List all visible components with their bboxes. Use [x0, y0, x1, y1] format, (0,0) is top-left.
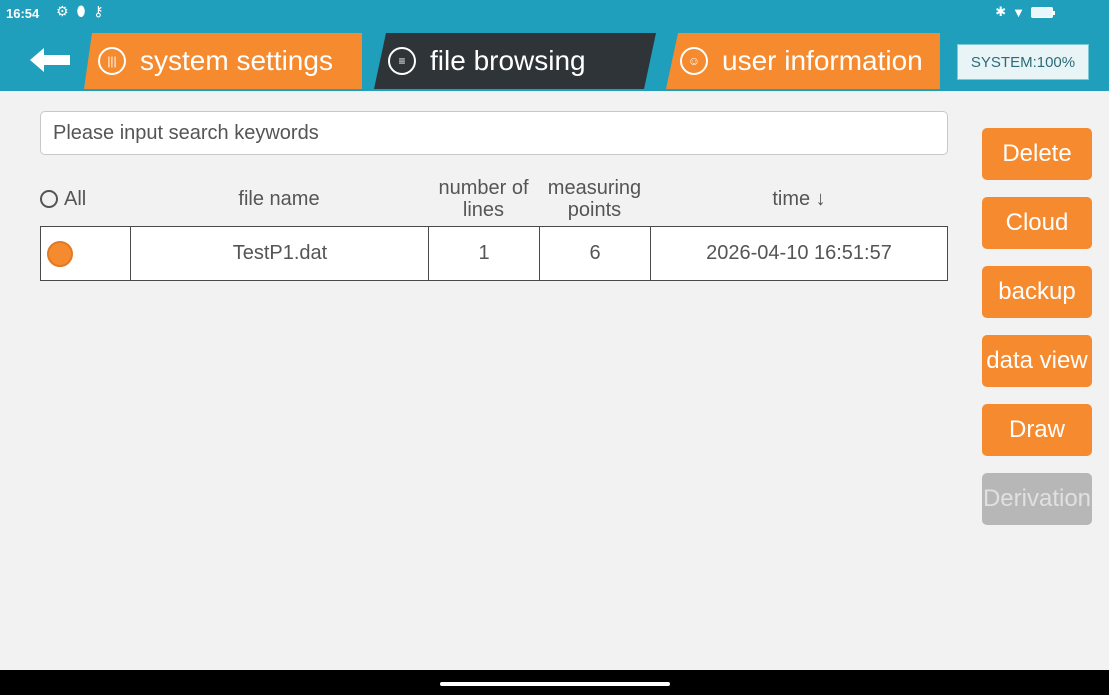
selected-radio[interactable] [47, 240, 73, 267]
user-icon: ☺ [680, 47, 708, 75]
location-icon: ⬮ [76, 3, 86, 19]
cell-number-of-lines: 1 [428, 227, 539, 280]
header-number-of-lines[interactable]: number of lines [428, 172, 539, 226]
battery-icon [1031, 6, 1055, 18]
header-file-name[interactable]: file name [130, 172, 428, 226]
cell-time: 2026-04-10 16:51:57 [650, 227, 947, 280]
status-icons-right: ✱ ▼ [995, 4, 1055, 20]
tab-label: file browsing [430, 45, 586, 76]
sliders-icon: ||| [98, 47, 126, 75]
key-icon: ⚷ [93, 3, 104, 19]
home-handle[interactable] [440, 682, 670, 686]
delete-button[interactable]: Delete [982, 128, 1092, 180]
select-all-label: All [64, 188, 87, 210]
cell-file-name: TestP1.dat [130, 227, 429, 280]
system-status-badge: SYSTEM:100% [957, 44, 1089, 80]
table-row[interactable]: TestP1.dat 1 6 2026-04-10 16:51:57 [40, 226, 948, 281]
draw-button[interactable]: Draw [982, 404, 1092, 456]
header-time[interactable]: time ↓ [650, 172, 948, 226]
arrow-left-icon [30, 48, 70, 72]
system-nav-bar [0, 670, 1109, 695]
tab-user-information[interactable]: ☺ user information [666, 33, 940, 89]
status-icons-left: ⚙ ⬮ ⚷ [56, 3, 104, 20]
wifi-icon: ▼ [1012, 4, 1025, 20]
cell-measuring-points: 6 [539, 227, 650, 280]
derivation-button[interactable]: Derivation [982, 473, 1092, 525]
cloud-button[interactable]: Cloud [982, 197, 1092, 249]
search-list-icon: ≡ [388, 47, 416, 75]
header-measuring-points[interactable]: measuring points [539, 172, 650, 226]
tab-file-browsing[interactable]: ≡ file browsing [374, 33, 656, 89]
back-button[interactable] [28, 46, 74, 74]
data-view-button[interactable]: data view [982, 335, 1092, 387]
row-select[interactable] [41, 227, 131, 280]
status-time: 16:54 [6, 6, 40, 21]
search-input[interactable] [40, 111, 948, 155]
backup-button[interactable]: backup [982, 266, 1092, 318]
gear-icon: ⚙ [56, 3, 69, 19]
select-all-radio[interactable] [40, 190, 58, 208]
tab-label: user information [722, 45, 923, 76]
table-header: All file name number of lines measuring … [40, 172, 948, 226]
tab-label: system settings [140, 45, 333, 76]
select-all[interactable]: All [40, 172, 130, 226]
bluetooth-icon: ✱ [995, 4, 1007, 19]
top-bar: 16:54 ⚙ ⬮ ⚷ ✱ ▼ ||| system settings ≡ fi… [0, 0, 1109, 91]
app-screen: 16:54 ⚙ ⬮ ⚷ ✱ ▼ ||| system settings ≡ fi… [0, 0, 1109, 695]
tab-system-settings[interactable]: ||| system settings [84, 33, 362, 89]
